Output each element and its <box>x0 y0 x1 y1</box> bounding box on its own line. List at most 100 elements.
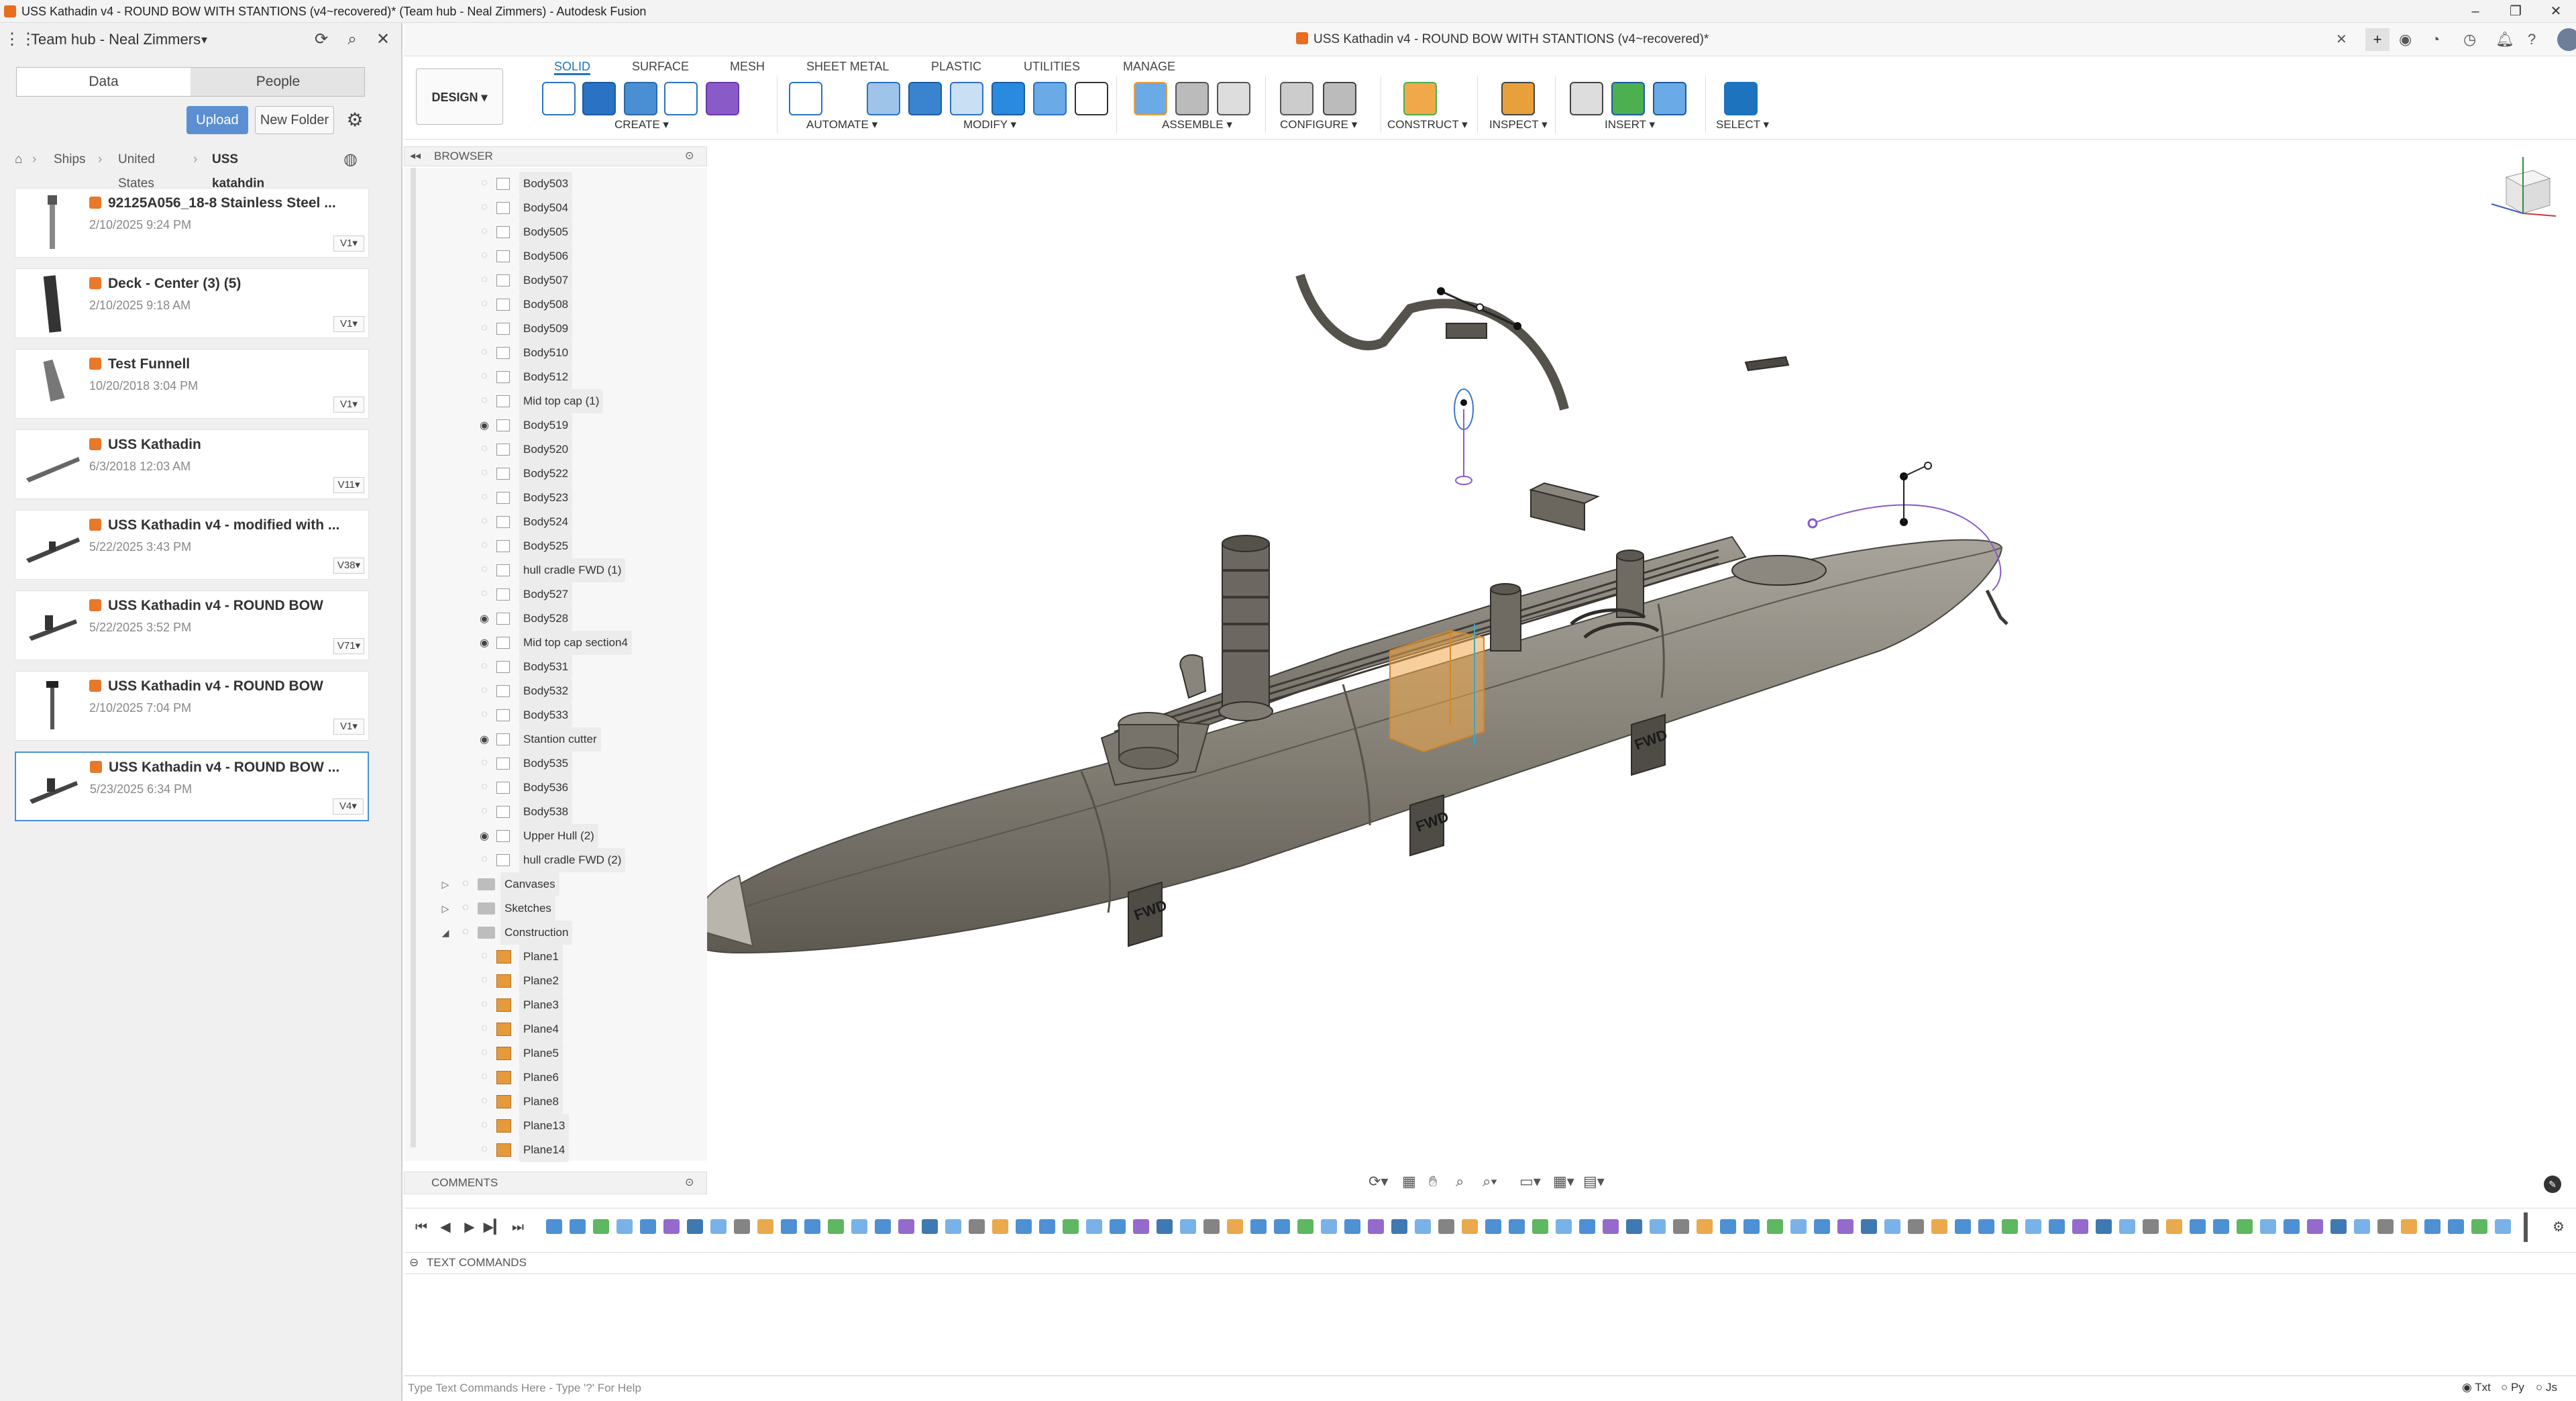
timeline-feature-icon[interactable] <box>898 1219 914 1234</box>
timeline-feature-icon[interactable] <box>1063 1219 1079 1234</box>
timeline-feature-icon[interactable] <box>2354 1219 2370 1234</box>
browser-body-row[interactable]: ◌ Body505 <box>404 220 707 244</box>
timeline-feature-icon[interactable] <box>2424 1219 2440 1234</box>
3d-viewport[interactable]: FWD FWD FWD <box>404 141 2576 1194</box>
browser-body-row[interactable]: ◌ Body509 <box>404 317 707 341</box>
ribbon-group-automate[interactable]: AUTOMATE ▾ <box>806 118 877 132</box>
browser-body-row[interactable]: ◌ Body527 <box>404 582 707 607</box>
browser-pin-icon[interactable]: ⊙ <box>685 147 694 166</box>
help-icon[interactable]: ? <box>2528 23 2536 56</box>
eye-hidden-icon[interactable]: ◌ <box>476 781 492 794</box>
browser-body-row[interactable]: ◌ Body523 <box>404 486 707 510</box>
file-card[interactable]: USS Kathadin 6/3/2018 12:03 AM V11▾ <box>15 429 369 499</box>
eye-hidden-icon[interactable]: ◌ <box>476 298 492 311</box>
timeline-feature-icon[interactable] <box>687 1219 703 1234</box>
hull-body[interactable] <box>685 539 2003 954</box>
minimize-button[interactable]: – <box>2455 0 2496 23</box>
notifications-bell-icon[interactable]: 🔔︎ <box>2496 23 2514 56</box>
eye-hidden-icon[interactable]: ◌ <box>476 1023 492 1036</box>
timeline-feature-icon[interactable] <box>781 1219 797 1234</box>
timeline-back-icon[interactable]: ◀ <box>435 1216 456 1238</box>
timeline-feature-icon[interactable] <box>2119 1219 2135 1234</box>
timeline-feature-icon[interactable] <box>1016 1219 1032 1234</box>
browser-body-row[interactable]: ◉ Mid top cap section4 <box>404 631 707 655</box>
timeline-start-icon[interactable]: ⏮ <box>411 1216 432 1238</box>
clock-icon[interactable]: ◷ <box>2463 23 2476 56</box>
eye-hidden-icon[interactable]: ◌ <box>476 588 492 601</box>
document-tab-title[interactable]: USS Kathadin v4 - ROUND BOW WITH STANTIO… <box>1313 23 1709 56</box>
timeline-feature-icon[interactable] <box>1955 1219 1971 1234</box>
timeline-feature-icon[interactable] <box>1227 1219 1243 1234</box>
timeline-feature-icon[interactable] <box>2448 1219 2464 1234</box>
timeline-feature-icon[interactable] <box>2049 1219 2065 1234</box>
browser-body-row[interactable]: ◌ Body524 <box>404 510 707 534</box>
browser-body-row[interactable]: ◌ Body535 <box>404 751 707 776</box>
floating-plate[interactable] <box>1744 356 1790 372</box>
timeline-feature-icon[interactable] <box>1039 1219 1055 1234</box>
browser-body-row[interactable]: ◌ hull cradle FWD (2) <box>404 848 707 872</box>
eye-hidden-icon[interactable]: ◌ <box>476 177 492 191</box>
grid-snap-icon[interactable]: ▦▾ <box>1553 1169 1574 1194</box>
timeline-feature-icon[interactable] <box>2401 1219 2417 1234</box>
eye-hidden-icon[interactable]: ◌ <box>476 950 492 964</box>
timeline-feature-icon[interactable] <box>1931 1219 1947 1234</box>
eye-hidden-icon[interactable]: ◌ <box>476 660 492 674</box>
timeline-feature-icon[interactable] <box>1861 1219 1877 1234</box>
timeline-feature-icon[interactable] <box>2237 1219 2253 1234</box>
eye-hidden-icon[interactable]: ◌ <box>476 684 492 698</box>
timeline-feature-icon[interactable] <box>2495 1219 2511 1234</box>
browser-body-row[interactable]: ◉ Body528 <box>404 607 707 631</box>
eye-hidden-icon[interactable]: ◌ <box>476 322 492 335</box>
new-tab-icon[interactable]: + <box>2365 28 2390 51</box>
browser-body-row[interactable]: ◉ Body519 <box>404 413 707 437</box>
timeline-feature-icon[interactable] <box>1837 1219 1854 1234</box>
eye-hidden-icon[interactable]: ◌ <box>476 974 492 988</box>
browser-body-row[interactable]: ◌ Body522 <box>404 462 707 486</box>
pan-hand-icon[interactable]: ✋︎ <box>1429 1169 1438 1194</box>
timeline-feature-icon[interactable] <box>1626 1219 1642 1234</box>
eye-hidden-icon[interactable]: ◌ <box>476 467 492 480</box>
version-dropdown[interactable]: V71▾ <box>333 638 364 654</box>
timeline-feature-icon[interactable] <box>1250 1219 1267 1234</box>
file-card[interactable]: 92125A056_18-8 Stainless Steel ... 2/10/2… <box>15 188 369 258</box>
timeline-feature-icon[interactable] <box>2166 1219 2182 1234</box>
eye-hidden-icon[interactable]: ◌ <box>476 274 492 287</box>
eye-hidden-icon[interactable]: ◌ <box>476 201 492 215</box>
timeline-feature-icon[interactable] <box>2190 1219 2206 1234</box>
timeline-end-icon[interactable]: ⏭ <box>507 1216 529 1238</box>
timeline-feature-icon[interactable] <box>1368 1219 1384 1234</box>
browser-plane-row[interactable]: ◌ Plane13 <box>404 1114 707 1138</box>
browser-body-row[interactable]: ◌ hull cradle FWD (1) <box>404 558 707 582</box>
mode-js-radio[interactable]: ○ Js <box>2536 1381 2557 1394</box>
timeline-feature-icon[interactable] <box>1908 1219 1924 1234</box>
job-status-icon[interactable]: ◔ <box>2431 23 2440 56</box>
browser-body-row[interactable]: ◌ Body533 <box>404 703 707 727</box>
comments-pin-icon[interactable]: ⊙ <box>685 1172 694 1194</box>
eye-hidden-icon[interactable]: ◌ <box>458 926 474 939</box>
timeline-feature-icon[interactable] <box>570 1219 586 1234</box>
timeline-feature-icon[interactable] <box>710 1219 727 1234</box>
timeline-feature-icon[interactable] <box>640 1219 656 1234</box>
eye-hidden-icon[interactable]: ◌ <box>476 1071 492 1084</box>
display-settings-icon[interactable]: ▭▾ <box>1519 1169 1541 1194</box>
version-dropdown[interactable]: V11▾ <box>333 477 364 493</box>
comments-title[interactable]: COMMENTS <box>431 1172 498 1194</box>
ribbon-group-modify[interactable]: MODIFY ▾ <box>963 118 1016 132</box>
version-dropdown[interactable]: V38▾ <box>333 558 364 574</box>
eye-hidden-icon[interactable]: ◌ <box>476 853 492 867</box>
text-commands-toggle-icon[interactable]: ⊖ <box>409 1253 419 1273</box>
timeline-feature-icon[interactable] <box>1884 1219 1900 1234</box>
floating-deck-rail[interactable] <box>1295 273 1569 411</box>
timeline-marker[interactable] <box>2524 1212 2528 1242</box>
timeline-feature-icon[interactable] <box>1697 1219 1713 1234</box>
timeline-feature-icon[interactable] <box>2213 1219 2229 1234</box>
ribbon-group-insert[interactable]: INSERT ▾ <box>1605 118 1655 132</box>
mode-py-radio[interactable]: ○ Py <box>2501 1381 2524 1394</box>
browser-plane-row[interactable]: ◌ Plane14 <box>404 1138 707 1162</box>
timeline-feature-icon[interactable] <box>1462 1219 1478 1234</box>
collapse-chevron-icon[interactable]: ◢ <box>439 921 452 945</box>
timeline-feature-icon[interactable] <box>1180 1219 1196 1234</box>
eye-hidden-icon[interactable]: ◌ <box>476 1095 492 1108</box>
view-cube[interactable] <box>2486 150 2560 224</box>
timeline-feature-icon[interactable] <box>2143 1219 2159 1234</box>
